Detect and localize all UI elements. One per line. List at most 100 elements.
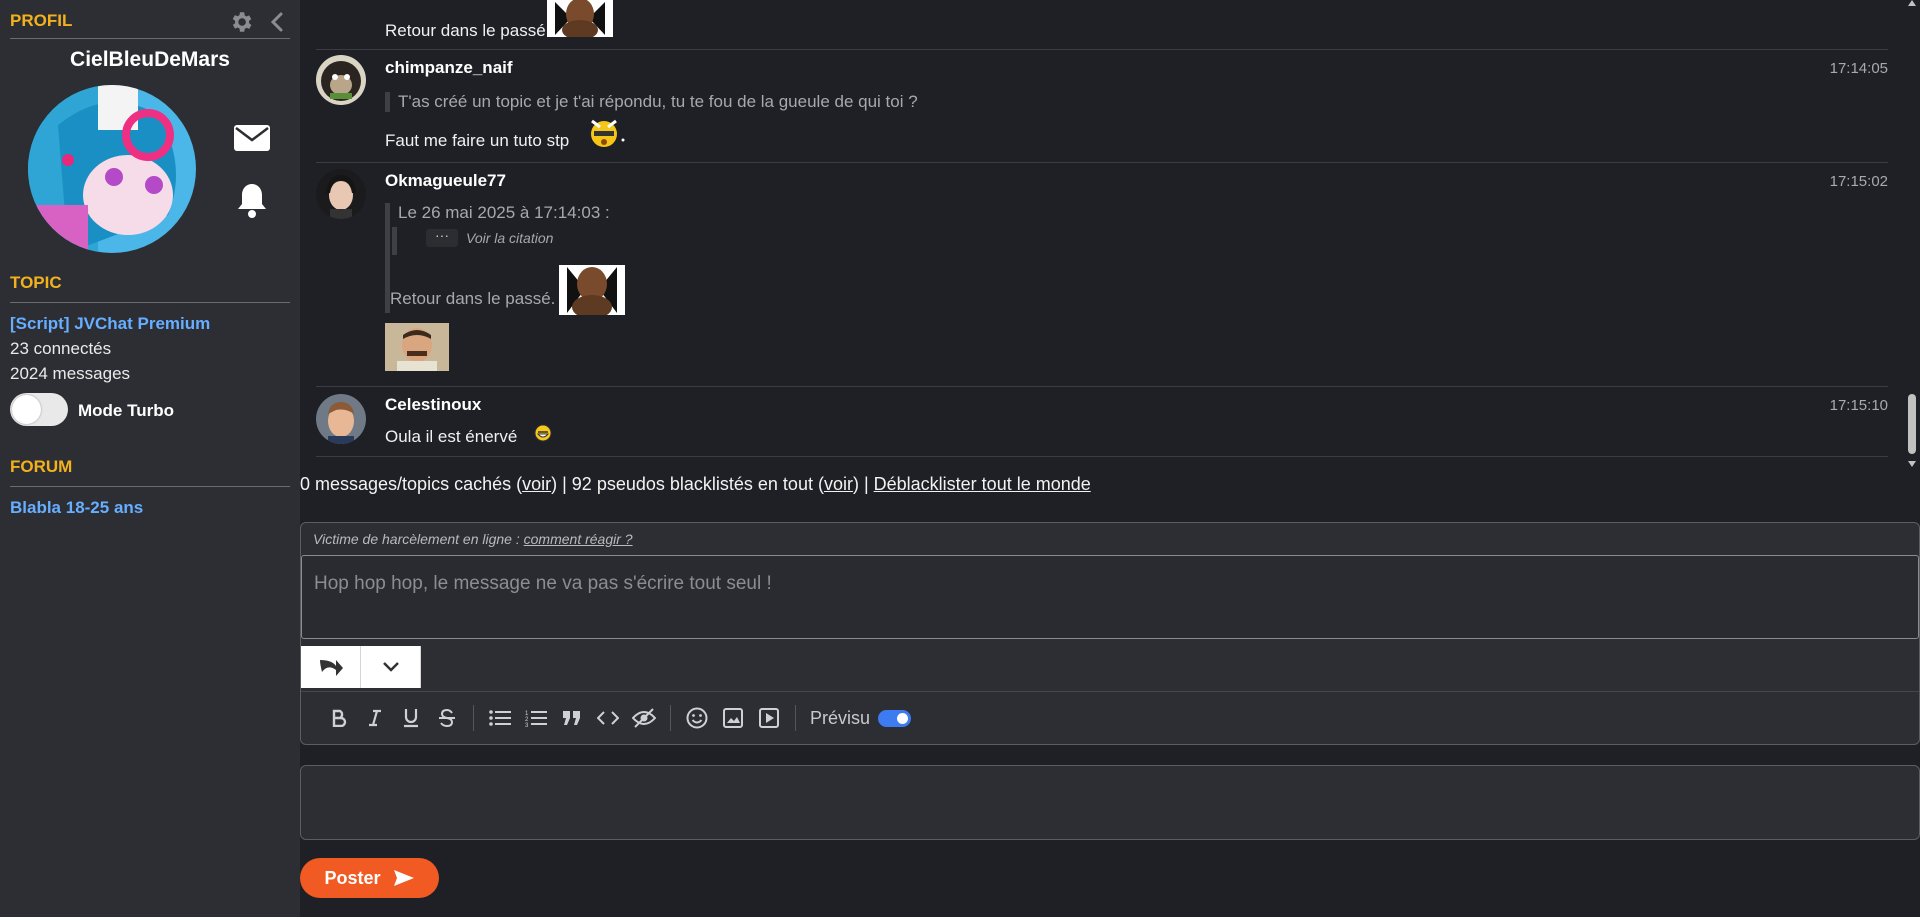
strikethrough-icon <box>439 709 455 727</box>
message-text: Retour dans le passé. <box>385 21 551 40</box>
bold-button[interactable] <box>321 703 357 733</box>
forum-section-title: FORUM <box>10 457 290 487</box>
unblacklist-all-link[interactable]: Déblacklister tout le monde <box>874 474 1091 494</box>
message-input[interactable]: Hop hop hop, le message ne va pas s'écri… <box>301 555 1919 639</box>
blacklist-text: ) | <box>852 474 874 494</box>
smiley-icon <box>686 707 708 729</box>
code-button[interactable] <box>590 703 626 733</box>
quote-image[interactable] <box>559 265 625 315</box>
sidebar: PROFIL CielBleuDeMars TOPIC [Script] JVC… <box>0 0 300 917</box>
harassment-link[interactable]: comment réagir ? <box>524 531 633 547</box>
quote-header: Le 26 mai 2025 à 17:14:03 : <box>398 203 610 222</box>
message-author[interactable]: Celestinoux <box>385 395 481 415</box>
scrollbar-thumb[interactable] <box>1908 394 1916 454</box>
message-image[interactable] <box>385 323 449 371</box>
avatar[interactable] <box>316 55 366 105</box>
bell-icon[interactable] <box>235 181 269 219</box>
blacklist-text: 0 messages/topics cachés ( <box>300 474 523 494</box>
hidden-topics-link[interactable]: voir <box>522 474 551 494</box>
strikethrough-button[interactable] <box>429 703 465 733</box>
forum-link[interactable]: Blabla 18-25 ans <box>10 498 143 518</box>
eye-off-icon <box>632 708 656 728</box>
profile-header: PROFIL <box>10 9 290 39</box>
reply-button[interactable] <box>301 646 361 688</box>
laugh-emoji-icon <box>534 424 552 442</box>
reply-button-group <box>301 646 421 688</box>
connected-count: 23 connectés <box>10 339 112 358</box>
code-icon <box>597 711 619 725</box>
message-author[interactable]: Okmagueule77 <box>385 171 506 191</box>
numbered-list-icon: 123 <box>525 711 547 727</box>
username: CielBleuDeMars <box>70 48 230 71</box>
message-image[interactable] <box>547 0 613 37</box>
toolbar-separator <box>795 705 796 731</box>
message-text: Faut me faire un tuto stp <box>385 131 570 150</box>
avatar[interactable] <box>28 85 196 253</box>
see-quote-link[interactable]: Voir la citation <box>466 230 553 246</box>
preview-area <box>300 765 1920 840</box>
reply-options-button[interactable] <box>361 646 421 688</box>
post-button-label: Poster <box>324 867 381 888</box>
post-button[interactable]: Poster <box>300 858 439 898</box>
scroll-up-icon[interactable] <box>1908 0 1916 6</box>
blacklist-text: ) | 92 pseudos blacklistés en tout ( <box>551 474 824 494</box>
messages-count: 2024 messages <box>10 364 131 383</box>
toolbar-separator <box>670 705 671 731</box>
message-list[interactable]: Retour dans le passé. chimpanze_naif 17:… <box>300 0 1904 460</box>
format-toolbar: 123 Prévisu <box>321 703 912 733</box>
image-icon <box>723 708 743 728</box>
message-text: Oula il est énervé <box>385 427 518 446</box>
toolbar-divider <box>301 691 1919 692</box>
blacklist-bar: 0 messages/topics cachés (voir) | 92 pse… <box>300 474 1091 495</box>
video-button[interactable] <box>751 703 787 733</box>
chevron-down-icon <box>382 662 399 672</box>
main-area: Retour dans le passé. chimpanze_naif 17:… <box>300 0 1920 917</box>
avatar[interactable] <box>316 169 366 219</box>
blacklisted-users-link[interactable]: voir <box>824 474 853 494</box>
numbered-list-button[interactable]: 123 <box>518 703 554 733</box>
scroll-down-icon[interactable] <box>1908 461 1916 467</box>
message-scrollbar[interactable] <box>1904 0 1920 470</box>
message-placeholder: Hop hop hop, le message ne va pas s'écri… <box>314 573 772 594</box>
message-time: 17:15:02 <box>1829 173 1888 190</box>
expand-quote-button[interactable]: ··· <box>426 228 458 247</box>
underline-button[interactable] <box>393 703 429 733</box>
preview-toggle[interactable] <box>878 709 912 727</box>
avatar[interactable] <box>316 394 366 444</box>
preview-label: Prévisu <box>810 707 871 728</box>
quote-icon <box>563 711 580 725</box>
message-item: Retour dans le passé. <box>316 0 1888 50</box>
app-root: PROFIL CielBleuDeMars TOPIC [Script] JVC… <box>0 0 1920 917</box>
video-icon <box>759 708 779 728</box>
message-time: 17:14:05 <box>1829 60 1888 77</box>
send-icon <box>393 870 414 886</box>
italic-button[interactable] <box>357 703 393 733</box>
harassment-text: Victime de harcèlement en ligne : <box>313 531 524 547</box>
quote-text: Retour dans le passé. <box>390 289 556 308</box>
emoji-button[interactable] <box>679 703 715 733</box>
emoji-image <box>586 117 626 149</box>
spoiler-button[interactable] <box>626 703 662 733</box>
gear-icon[interactable] <box>228 9 254 35</box>
mail-icon[interactable] <box>233 122 271 154</box>
profile-title: PROFIL <box>10 11 73 30</box>
turbo-toggle[interactable] <box>10 393 68 426</box>
nested-quote-bar <box>392 227 397 255</box>
topic-link[interactable]: [Script] JVChat Premium <box>10 314 210 334</box>
topic-section-title: TOPIC <box>10 273 290 303</box>
message-quote: T'as créé un topic et je t'ai répondu, t… <box>385 92 918 112</box>
bullet-list-button[interactable] <box>482 703 518 733</box>
quote-button[interactable] <box>554 703 590 733</box>
collapse-chevron-icon[interactable] <box>266 10 290 34</box>
image-button[interactable] <box>715 703 751 733</box>
toolbar-separator <box>473 705 474 731</box>
reply-arrow-icon <box>319 660 343 676</box>
svg-text:3: 3 <box>525 723 529 727</box>
message-editor: Victime de harcèlement en ligne : commen… <box>300 522 1920 745</box>
message-time: 17:15:10 <box>1829 397 1888 414</box>
harassment-notice: Victime de harcèlement en ligne : commen… <box>313 531 633 547</box>
message-item: Okmagueule77 17:15:02 Le 26 mai 2025 à 1… <box>316 163 1888 387</box>
italic-icon <box>369 709 381 727</box>
message-author[interactable]: chimpanze_naif <box>385 58 513 78</box>
message-item: Celestinoux 17:15:10 Oula il est énervé <box>316 387 1888 457</box>
